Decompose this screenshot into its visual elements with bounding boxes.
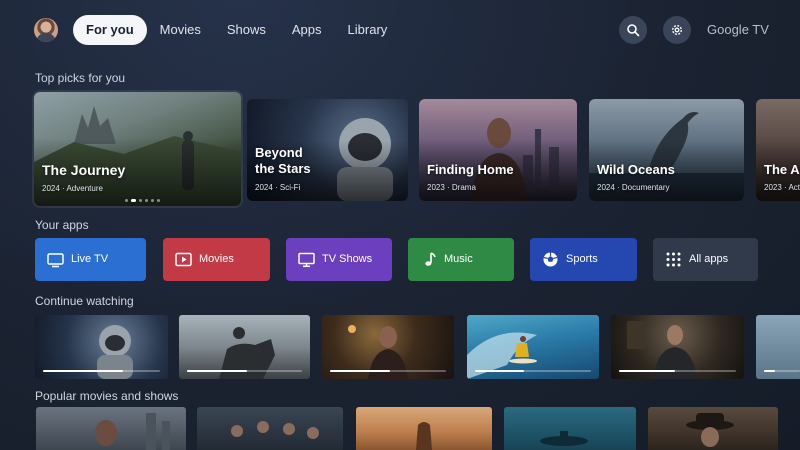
tab-movies[interactable]: Movies xyxy=(147,15,214,45)
continue-watching-card[interactable] xyxy=(756,315,800,379)
carousel-dot xyxy=(125,199,128,202)
app-movies[interactable]: Movies xyxy=(163,238,270,281)
progress-bar xyxy=(187,370,302,372)
play-box-icon xyxy=(175,252,192,267)
tab-library[interactable]: Library xyxy=(335,15,401,45)
app-all-apps[interactable]: All apps xyxy=(653,238,758,281)
continue-watching-card[interactable] xyxy=(467,315,599,379)
card-meta: 2023 · Drama xyxy=(427,183,476,192)
popular-card[interactable] xyxy=(356,407,492,450)
search-icon xyxy=(627,24,640,37)
continue-watching-card[interactable] xyxy=(611,315,744,379)
continue-watching-card[interactable] xyxy=(35,315,168,379)
card-meta: 2023 · Actu xyxy=(764,183,800,192)
progress-bar xyxy=(764,370,800,372)
popular-card[interactable] xyxy=(504,407,636,450)
card-artwork xyxy=(231,421,319,439)
progress-fill xyxy=(764,370,775,372)
card-title: The Journey xyxy=(42,162,126,178)
progress-bar xyxy=(330,370,446,372)
main-nav: For you Movies Shows Apps Library xyxy=(73,15,400,45)
google-tv-logo: Google TV xyxy=(707,22,769,37)
continue-watching-card[interactable] xyxy=(179,315,310,379)
top-pick-card[interactable]: Finding Home 2023 · Drama xyxy=(419,99,577,201)
card-artwork xyxy=(95,413,170,450)
monitor-icon xyxy=(298,252,315,268)
card-title: Wild Oceans xyxy=(597,162,675,177)
card-artwork xyxy=(540,431,588,446)
progress-fill xyxy=(475,370,524,372)
app-live-tv[interactable]: Live TV xyxy=(35,238,146,281)
progress-bar xyxy=(619,370,736,372)
card-title: Beyond the Stars xyxy=(255,145,311,176)
carousel-dot xyxy=(139,199,142,202)
card-meta: 2024 · Sci-Fi xyxy=(255,183,301,192)
settings-gear-icon xyxy=(671,24,683,36)
card-title: The Ar xyxy=(764,162,800,177)
app-label: Live TV xyxy=(71,253,109,265)
ball-icon xyxy=(543,252,558,267)
search-button[interactable] xyxy=(619,16,647,44)
carousel-dot xyxy=(151,199,154,202)
top-bar: For you Movies Shows Apps Library Google… xyxy=(0,0,800,62)
carousel-dot xyxy=(145,199,148,202)
profile-avatar[interactable] xyxy=(34,18,58,42)
app-tv-shows[interactable]: TV Shows xyxy=(286,238,392,281)
card-meta: 2024 · Adventure xyxy=(42,184,103,193)
card-artwork xyxy=(416,422,432,450)
background xyxy=(0,0,800,450)
section-title-continue-watching: Continue watching xyxy=(35,294,134,308)
app-label: Sports xyxy=(566,253,598,265)
app-sports[interactable]: Sports xyxy=(530,238,637,281)
tv-icon xyxy=(47,253,64,268)
top-pick-card[interactable]: The Journey 2024 · Adventure xyxy=(34,92,241,206)
top-pick-card[interactable]: Beyond the Stars 2024 · Sci-Fi xyxy=(247,99,408,201)
app-music[interactable]: Music xyxy=(408,238,514,281)
tab-shows[interactable]: Shows xyxy=(214,15,279,45)
progress-fill xyxy=(619,370,676,372)
top-pick-card[interactable]: The Ar 2023 · Actu xyxy=(756,99,800,201)
tab-for-you[interactable]: For you xyxy=(73,15,147,45)
card-artwork xyxy=(686,413,734,447)
app-label: Music xyxy=(444,253,473,265)
section-title-top-picks: Top picks for you xyxy=(35,71,126,85)
continue-watching-card[interactable] xyxy=(322,315,454,379)
settings-button[interactable] xyxy=(663,16,691,44)
progress-fill xyxy=(43,370,123,372)
popular-card[interactable] xyxy=(36,407,186,450)
carousel-dot xyxy=(157,199,160,202)
carousel-indicator xyxy=(125,199,160,202)
section-title-popular: Popular movies and shows xyxy=(35,389,179,403)
progress-bar xyxy=(475,370,591,372)
progress-fill xyxy=(330,370,391,372)
progress-bar xyxy=(43,370,160,372)
section-title-your-apps: Your apps xyxy=(35,218,89,232)
carousel-dot xyxy=(131,199,136,202)
card-meta: 2024 · Documentary xyxy=(597,183,670,192)
popular-card[interactable] xyxy=(197,407,343,450)
top-pick-card[interactable]: Wild Oceans 2024 · Documentary xyxy=(589,99,744,201)
app-label: All apps xyxy=(689,253,729,265)
app-label: Movies xyxy=(199,253,234,265)
card-title: Finding Home xyxy=(427,162,514,177)
music-note-icon xyxy=(425,252,436,266)
app-label: TV Shows xyxy=(322,253,373,265)
popular-card[interactable] xyxy=(648,407,778,450)
tab-apps[interactable]: Apps xyxy=(279,15,335,45)
progress-fill xyxy=(187,370,247,372)
grid-icon xyxy=(666,252,681,267)
